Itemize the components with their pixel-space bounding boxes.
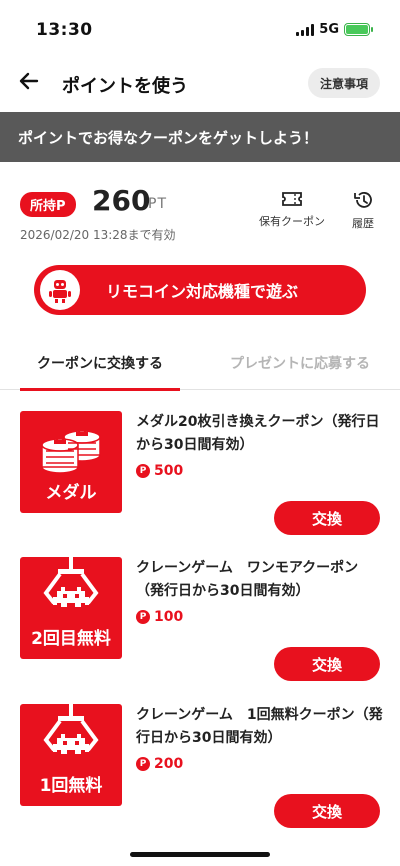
coupon-price-value: 200 — [154, 756, 184, 772]
page-title: ポイントを使う — [62, 76, 188, 97]
promo-banner: ポイントでお得なクーポンをゲットしよう！ — [0, 112, 400, 162]
point-icon: P — [136, 757, 150, 771]
coupon-title: クレーンゲーム 1回無料クーポン（発行日から30日間有効） — [136, 707, 383, 746]
back-arrow-icon[interactable] — [18, 70, 40, 98]
history-label: 履歴 — [352, 217, 374, 230]
tab-exchange-coupon[interactable]: クーポンに交換する — [0, 336, 200, 391]
coupon-price: P 200 — [136, 756, 183, 772]
nav-bar: ポイントを使う 注意事項 — [0, 62, 400, 106]
coupon-image-caption: 1回無料 — [39, 776, 103, 796]
points-badge: 所持P — [20, 192, 76, 217]
history-link[interactable]: 履歴 — [352, 190, 374, 231]
points-summary: 所持P 260 PT 2026/02/20 13:28まで有効 保有クーポン 履… — [0, 178, 400, 248]
coupon-price: P 100 — [136, 609, 183, 625]
owned-coupons-link[interactable]: 保有クーポン — [259, 190, 325, 229]
coupon-image-caption: メダル — [45, 483, 97, 503]
coin-stack-icon — [41, 430, 101, 474]
coupon-title: メダル20枚引き換えクーポン（発行日から30日間有効） — [136, 414, 380, 453]
battery-fill — [346, 25, 368, 34]
exchange-button[interactable]: 交換 — [274, 647, 380, 681]
tab-apply-present[interactable]: プレゼントに応募する — [200, 336, 400, 390]
coupon-item: 1回無料 クレーンゲーム 1回無料クーポン（発行日から30日間有効） P 200… — [0, 704, 400, 852]
coupon-item: メダル メダル20枚引き換えクーポン（発行日から30日間有効） P 500 交換 — [0, 411, 400, 559]
home-indicator — [130, 852, 270, 857]
exchange-button[interactable]: 交換 — [274, 794, 380, 828]
play-button-label: リモコイン対応機種で遊ぶ — [106, 282, 299, 301]
history-icon — [354, 192, 372, 208]
coupon-price-value: 100 — [154, 609, 184, 625]
points-expiry: 2026/02/20 13:28まで有効 — [20, 228, 176, 242]
coupon-title: クレーンゲーム ワンモアクーポン（発行日から30日間有効） — [136, 560, 359, 599]
coupon-image-medal: メダル — [20, 411, 122, 513]
coupon-price-value: 500 — [154, 463, 184, 479]
network-label: 5G — [319, 22, 339, 37]
exchange-button[interactable]: 交換 — [274, 501, 380, 535]
coupon-image-caption: 2回目無料 — [31, 629, 111, 649]
owned-coupons-label: 保有クーポン — [259, 215, 325, 228]
point-icon: P — [136, 610, 150, 624]
tab-bar: クーポンに交換する プレゼントに応募する — [0, 336, 400, 391]
coupon-item: 2回目無料 クレーンゲーム ワンモアクーポン（発行日から30日間有効） P 10… — [0, 557, 400, 705]
notice-button[interactable]: 注意事項 — [307, 68, 380, 98]
robot-icon — [40, 270, 80, 310]
points-unit: PT — [148, 196, 167, 212]
crane-invader-icon — [43, 557, 99, 607]
ticket-icon — [282, 192, 302, 206]
coupon-image-crane: 1回無料 — [20, 704, 122, 806]
play-remocoin-button[interactable]: リモコイン対応機種で遊ぶ — [34, 265, 366, 315]
coupon-price: P 500 — [136, 463, 183, 479]
point-icon: P — [136, 464, 150, 478]
battery-icon — [344, 23, 373, 36]
coupon-image-crane: 2回目無料 — [20, 557, 122, 659]
crane-invader-icon — [43, 704, 99, 754]
status-indicators: 5G — [296, 22, 373, 37]
status-bar: 13:30 5G — [0, 0, 400, 60]
status-time: 13:30 — [36, 20, 93, 40]
signal-icon — [296, 23, 315, 36]
points-value: 260 — [92, 184, 151, 217]
